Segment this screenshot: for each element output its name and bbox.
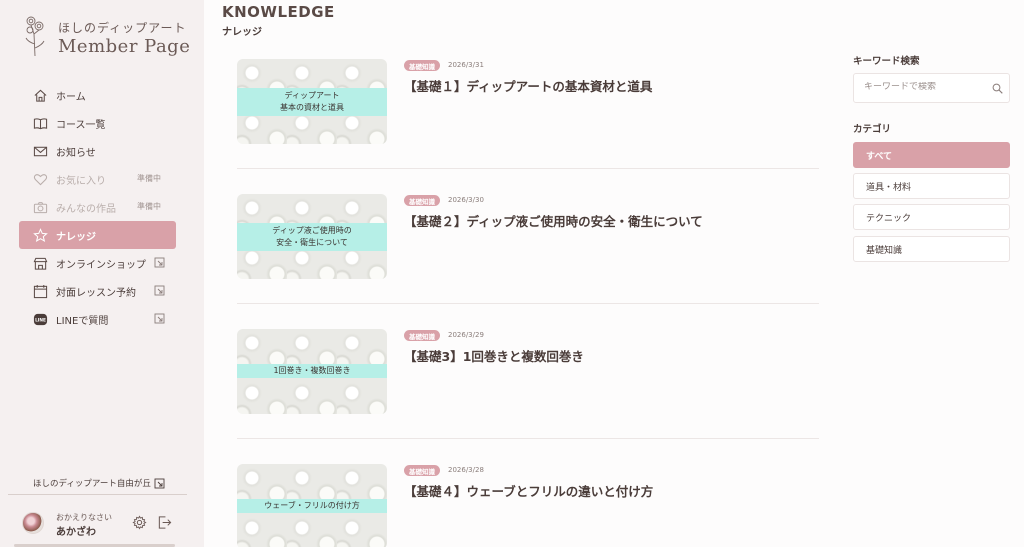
category-label: カテゴリ	[853, 124, 892, 135]
page-title: KNOWLEDGE	[222, 3, 335, 21]
user-greeting: おかえりなさい	[56, 513, 112, 522]
thumbnail-caption: ウェーブ・フリルの付け方	[237, 499, 387, 513]
thumbnail-caption-line: 安全・衛生について	[276, 238, 348, 247]
brand-title: Member Page	[58, 36, 191, 57]
sidebar-item-label: LINEで質問	[56, 315, 109, 327]
avatar[interactable]	[22, 512, 44, 534]
article-card[interactable]: 1回巻き・複数回巻き 基礎知識 2026/3/29 【基礎3】1回巻きと複数回巻…	[237, 329, 819, 414]
category-filter-all[interactable]: すべて	[853, 142, 1010, 168]
thumbnail-caption-line: 基本の資材と道具	[280, 103, 344, 112]
heart-icon	[32, 171, 48, 187]
article-date: 2026/3/31	[448, 61, 484, 69]
brand-subtitle: ほしのディップアート	[58, 21, 187, 35]
brand-logo[interactable]: ほしのディップアート Member Page	[22, 14, 192, 58]
line-icon: LINE	[32, 311, 48, 327]
article-date: 2026/3/30	[448, 196, 484, 204]
category-filter-technique[interactable]: テクニック	[853, 204, 1010, 230]
logout-icon[interactable]	[157, 515, 172, 530]
category-filter-tools[interactable]: 道具・材料	[853, 173, 1010, 199]
page-subtitle: ナレッジ	[222, 27, 262, 38]
search-icon[interactable]	[992, 83, 1003, 94]
shop-icon	[32, 255, 48, 271]
article-card[interactable]: ディップ液ご使用時の 安全・衛生について 基礎知識 2026/3/30 【基礎２…	[237, 194, 819, 279]
article-divider	[237, 168, 819, 169]
coming-soon-badge: 準備中	[137, 202, 161, 211]
sidebar-item-courses[interactable]: コース一覧	[19, 109, 176, 137]
sidebar-item-label: ホーム	[56, 91, 86, 103]
external-link-icon	[154, 285, 165, 296]
sidebar-item-online-shop[interactable]: オンラインショップ	[19, 249, 176, 277]
article-divider	[237, 303, 819, 304]
article-thumbnail[interactable]: 1回巻き・複数回巻き	[237, 329, 387, 414]
article-card[interactable]: ウェーブ・フリルの付け方 基礎知識 2026/3/28 【基礎４】ウェーブとフリ…	[237, 464, 819, 547]
thumbnail-caption: 1回巻き・複数回巻き	[237, 364, 387, 378]
sidebar-item-label: 対面レッスン予約	[56, 287, 136, 299]
article-thumbnail[interactable]: ウェーブ・フリルの付け方	[237, 464, 387, 547]
sidebar-item-label: みんなの作品	[56, 203, 116, 215]
keyword-search-box	[853, 73, 1010, 103]
article-title[interactable]: 【基礎２】ディップ液ご使用時の安全・衛生について	[404, 211, 703, 230]
sidebar-item-label: お知らせ	[56, 147, 96, 159]
book-icon	[32, 115, 48, 131]
sidebar: ほしのディップアート Member Page ホーム コース一覧 お知らせ お気…	[0, 0, 204, 547]
article-title[interactable]: 【基礎１】ディップアートの基本資材と道具	[404, 76, 652, 95]
article-card[interactable]: ディップアート 基本の資材と道具 基礎知識 2026/3/31 【基礎１】ディッ…	[237, 59, 819, 144]
thumbnail-caption-line: 1回巻き・複数回巻き	[273, 366, 351, 376]
studio-link-label: ほしのディップアート自由が丘	[33, 479, 151, 489]
category-filter-basics[interactable]: 基礎知識	[853, 236, 1010, 262]
article-date: 2026/3/28	[448, 466, 484, 474]
thumbnail-caption: ディップ液ご使用時の 安全・衛生について	[237, 223, 387, 251]
sidebar-nav: ホーム コース一覧 お知らせ お気に入り 準備中 みんなの作品 準備中 ナレッジ…	[19, 81, 176, 333]
external-link-icon	[154, 478, 165, 488]
category-tag[interactable]: 基礎知識	[404, 330, 440, 341]
thumbnail-caption-line: ウェーブ・フリルの付け方	[264, 501, 360, 511]
category-tag[interactable]: 基礎知識	[404, 195, 440, 206]
flower-logo-icon	[25, 16, 45, 57]
article-thumbnail[interactable]: ディップ液ご使用時の 安全・衛生について	[237, 194, 387, 279]
category-tag[interactable]: 基礎知識	[404, 60, 440, 71]
sidebar-item-news[interactable]: お知らせ	[19, 137, 176, 165]
sidebar-item-label: コース一覧	[56, 119, 106, 131]
svg-text:LINE: LINE	[35, 317, 46, 323]
sidebar-item-home[interactable]: ホーム	[19, 81, 176, 109]
thumbnail-caption: ディップアート 基本の資材と道具	[237, 88, 387, 116]
sidebar-item-label: オンラインショップ	[56, 259, 146, 271]
article-thumbnail[interactable]: ディップアート 基本の資材と道具	[237, 59, 387, 144]
gear-icon[interactable]	[132, 515, 147, 530]
article-divider	[237, 438, 819, 439]
article-date: 2026/3/29	[448, 331, 484, 339]
home-icon	[32, 87, 48, 103]
sidebar-item-works: みんなの作品 準備中	[19, 193, 176, 221]
star-icon	[32, 227, 48, 243]
user-panel: おかえりなさい あかざわ	[19, 510, 189, 540]
external-link-icon	[154, 257, 165, 268]
studio-link[interactable]: ほしのディップアート自由が丘	[33, 477, 165, 489]
thumbnail-caption-line: ディップ液ご使用時の	[272, 226, 352, 236]
coming-soon-badge: 準備中	[137, 174, 161, 183]
keyword-search-input[interactable]	[864, 82, 984, 92]
sidebar-divider	[8, 494, 187, 495]
mail-icon	[32, 143, 48, 159]
sidebar-item-favorites: お気に入り 準備中	[19, 165, 176, 193]
sidebar-item-knowledge[interactable]: ナレッジ	[19, 221, 176, 249]
sidebar-item-line-question[interactable]: LINE LINEで質問	[19, 305, 176, 333]
user-name: あかざわ	[56, 527, 96, 538]
camera-icon	[32, 199, 48, 215]
category-tag[interactable]: 基礎知識	[404, 465, 440, 476]
external-link-icon	[154, 313, 165, 324]
article-title[interactable]: 【基礎４】ウェーブとフリルの違いと付け方	[404, 481, 653, 500]
thumbnail-caption-line: ディップアート	[284, 91, 340, 101]
sidebar-item-label: お気に入り	[56, 175, 106, 187]
calendar-icon	[32, 283, 48, 299]
sidebar-item-label: ナレッジ	[56, 231, 96, 243]
article-title[interactable]: 【基礎3】1回巻きと複数回巻き	[404, 346, 584, 365]
sidebar-item-lesson-booking[interactable]: 対面レッスン予約	[19, 277, 176, 305]
keyword-search-label: キーワード検索	[853, 56, 920, 67]
